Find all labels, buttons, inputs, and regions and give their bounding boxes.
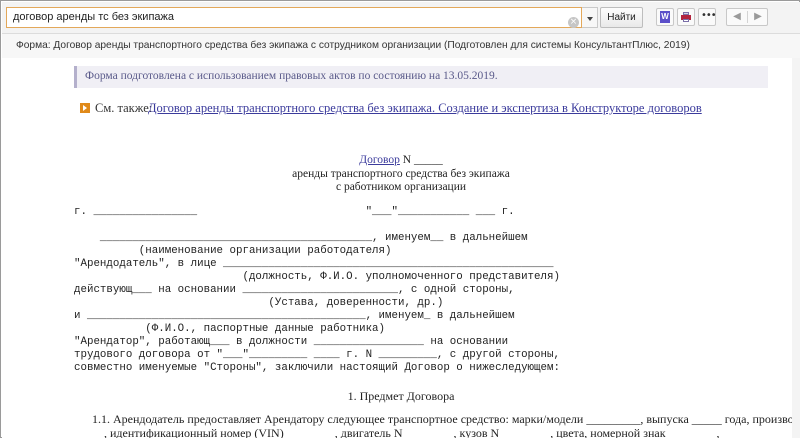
find-button[interactable]: Найти [600,7,643,28]
search-history-dropdown[interactable] [582,7,598,28]
contract-subtitle-1: аренды транспортного средства без экипаж… [292,168,510,180]
form-line: ________________________________________… [74,232,528,244]
clear-search-icon[interactable]: × [568,17,579,28]
see-also-label: См. также: [95,101,153,115]
notice-text: Форма подготовлена с использованием прав… [85,70,498,82]
form-line: (наименование организации работодателя) [74,245,392,257]
printer-icon [681,12,691,22]
search-input-value: договор аренды тс без экипажа [13,11,174,23]
document-header: Форма: Договор аренды транспортного сред… [2,34,800,58]
form-line: действующ___ на основании ______________… [74,284,515,296]
form-line: "Арендатор", работающ___ в должности ___… [74,336,509,348]
back-arrow-icon[interactable]: ◀ [727,9,747,25]
form-line: и ______________________________________… [74,310,515,322]
form-line: "Арендодатель", в лице _________________… [74,258,554,270]
more-button[interactable]: ••• [698,8,717,26]
contract-subtitle-2: с работником организации [335,181,467,193]
document-body: Форма подготовлена с использованием прав… [2,58,800,438]
forward-arrow-icon[interactable]: ▶ [748,9,768,25]
contract-number: N _____ [399,154,443,166]
paragraph-line: 1.1. Арендодатель предоставляет Арендато… [92,412,800,426]
form-line: (Устава, доверенности, др.) [74,297,444,309]
section-title: 1. Предмет Договора [347,389,455,403]
export-word-button[interactable]: W [656,8,674,26]
more-icon: ••• [701,10,717,21]
chevron-down-icon [587,17,593,21]
word-icon: W [660,11,670,23]
form-line: совместно именуемые "Стороны", заключили… [74,362,560,374]
toolbar: договор аренды тс без экипажа × Найти W … [2,2,800,34]
form-line: (Ф.И.О., паспортные данные работника) [74,323,386,335]
info-notice: Форма подготовлена с использованием прав… [74,66,768,88]
form-line: трудового договора от "___"_________ ___… [74,349,560,361]
navigation-buttons: ◀ ▶ [726,8,768,26]
form-line: г. ________________ "___"___________ ___… [74,206,515,218]
document-form-title: Форма: Договор аренды транспортного сред… [16,40,690,51]
scrollbar[interactable] [792,58,800,438]
form-line: (должность, Ф.И.О. уполномоченного предс… [74,271,560,283]
contract-title: Договор N _____ [2,154,800,166]
search-input[interactable]: договор аренды тс без экипажа × [6,7,582,28]
arrow-right-icon [80,103,90,113]
print-button[interactable] [677,8,695,26]
contract-link[interactable]: Договор [359,154,400,166]
see-also-link[interactable]: Договор аренды транспортного средства бе… [148,101,702,116]
paragraph-line: , идентификационный номер (VIN) ________… [92,426,720,438]
document-window: договор аренды тс без экипажа × Найти W … [0,0,800,438]
